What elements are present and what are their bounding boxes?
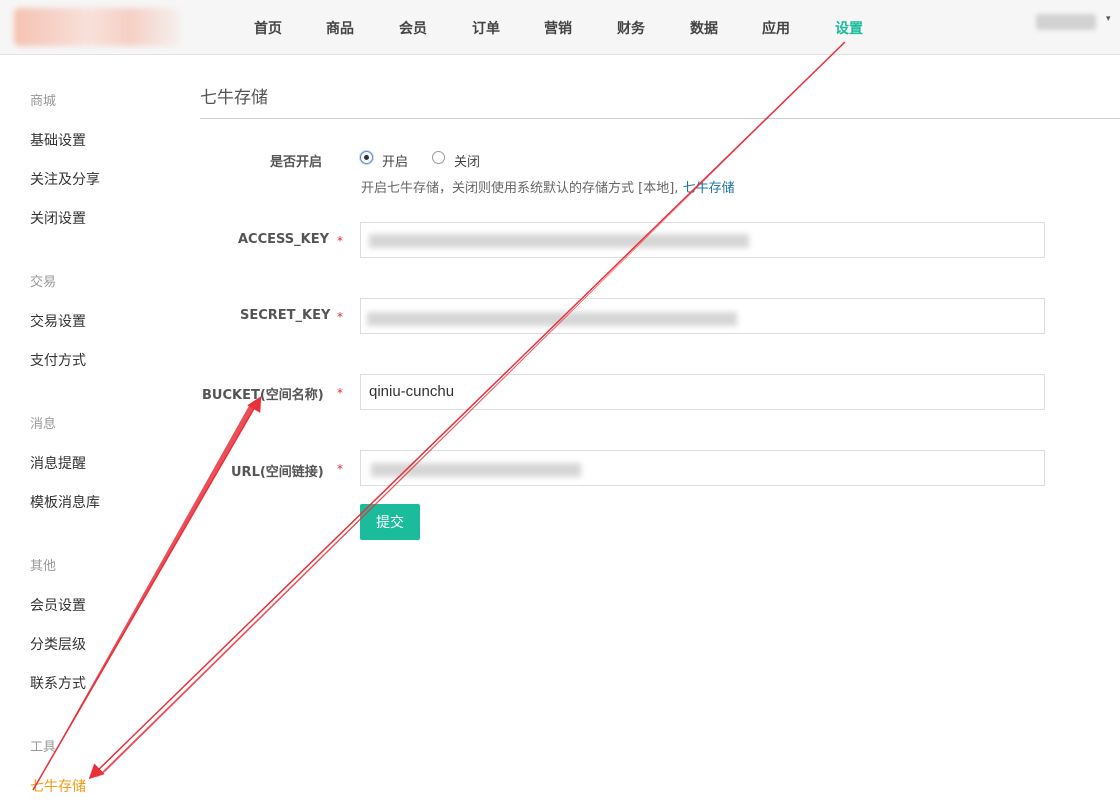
sidebar-item-qiniu-storage[interactable]: 七牛存储 (30, 776, 86, 796)
sidebar-group-title: 交易 (30, 275, 57, 290)
title-divider (200, 118, 1120, 119)
help-link[interactable]: 七牛存储 (683, 181, 735, 196)
sidebar-item-member-settings[interactable]: 会员设置 (30, 595, 86, 615)
nav-members[interactable]: 会员 (399, 18, 427, 38)
masked-value (371, 463, 581, 477)
bucket-input[interactable]: qiniu-cunchu (360, 374, 1045, 410)
nav-settings[interactable]: 设置 (835, 18, 863, 38)
nav-data[interactable]: 数据 (690, 18, 718, 38)
access-key-input[interactable] (360, 222, 1045, 258)
required-mark: * (337, 386, 343, 400)
sidebar-group-title: 其他 (30, 559, 57, 574)
submit-button[interactable]: 提交 (360, 504, 420, 540)
sidebar-item-trade-settings[interactable]: 交易设置 (30, 311, 86, 331)
sidebar-item-message-alerts[interactable]: 消息提醒 (30, 453, 86, 473)
bucket-label: BUCKET(空间名称) (202, 388, 324, 403)
radio-enable-off-label[interactable]: 关闭 (454, 151, 480, 170)
required-mark: * (337, 462, 343, 476)
nav-apps[interactable]: 应用 (762, 18, 790, 38)
sidebar-group-title: 消息 (30, 417, 57, 432)
sidebar-item-category-levels[interactable]: 分类层级 (30, 634, 86, 654)
url-input[interactable] (360, 450, 1045, 486)
url-label: URL(空间链接) (231, 465, 324, 480)
user-menu[interactable] (1036, 14, 1096, 30)
access-key-label: ACCESS_KEY (238, 232, 330, 247)
sidebar-item-contact[interactable]: 联系方式 (30, 673, 86, 693)
sidebar-item-basic-settings[interactable]: 基础设置 (30, 130, 86, 150)
required-mark: * (337, 310, 343, 324)
help-text: 开启七牛存储，关闭则使用系统默认的存储方式 [本地], (361, 181, 679, 196)
masked-value (367, 312, 737, 326)
nav-finance[interactable]: 财务 (617, 18, 645, 38)
page-title: 七牛存储 (200, 88, 268, 108)
caret-down-icon[interactable]: ▾ (1106, 14, 1111, 24)
enable-help-text: 开启七牛存储，关闭则使用系统默认的存储方式 [本地], 七牛存储 (361, 177, 735, 196)
sidebar-item-close-settings[interactable]: 关闭设置 (30, 208, 86, 228)
nav-orders[interactable]: 订单 (472, 18, 500, 38)
radio-enable-off[interactable] (432, 151, 445, 164)
nav-home[interactable]: 首页 (254, 18, 282, 38)
nav-marketing[interactable]: 营销 (544, 18, 572, 38)
radio-enable-on[interactable] (360, 151, 373, 164)
site-logo[interactable] (14, 8, 180, 46)
masked-value (369, 234, 749, 248)
secret-key-input[interactable] (360, 298, 1045, 334)
radio-enable-on-label[interactable]: 开启 (382, 151, 408, 170)
nav-products[interactable]: 商品 (326, 18, 354, 38)
sidebar-group-title: 商城 (30, 94, 57, 109)
sidebar-item-payment[interactable]: 支付方式 (30, 350, 86, 370)
top-navbar: 首页 商品 会员 订单 营销 财务 数据 应用 设置 ▾ (0, 0, 1120, 55)
sidebar-group-title: 工具 (30, 740, 57, 755)
required-mark: * (337, 234, 343, 248)
sidebar-item-template-messages[interactable]: 模板消息库 (30, 492, 100, 512)
sidebar-item-follow-share[interactable]: 关注及分享 (30, 169, 100, 189)
secret-key-label: SECRET_KEY (240, 308, 331, 323)
enable-label: 是否开启 (270, 155, 323, 170)
